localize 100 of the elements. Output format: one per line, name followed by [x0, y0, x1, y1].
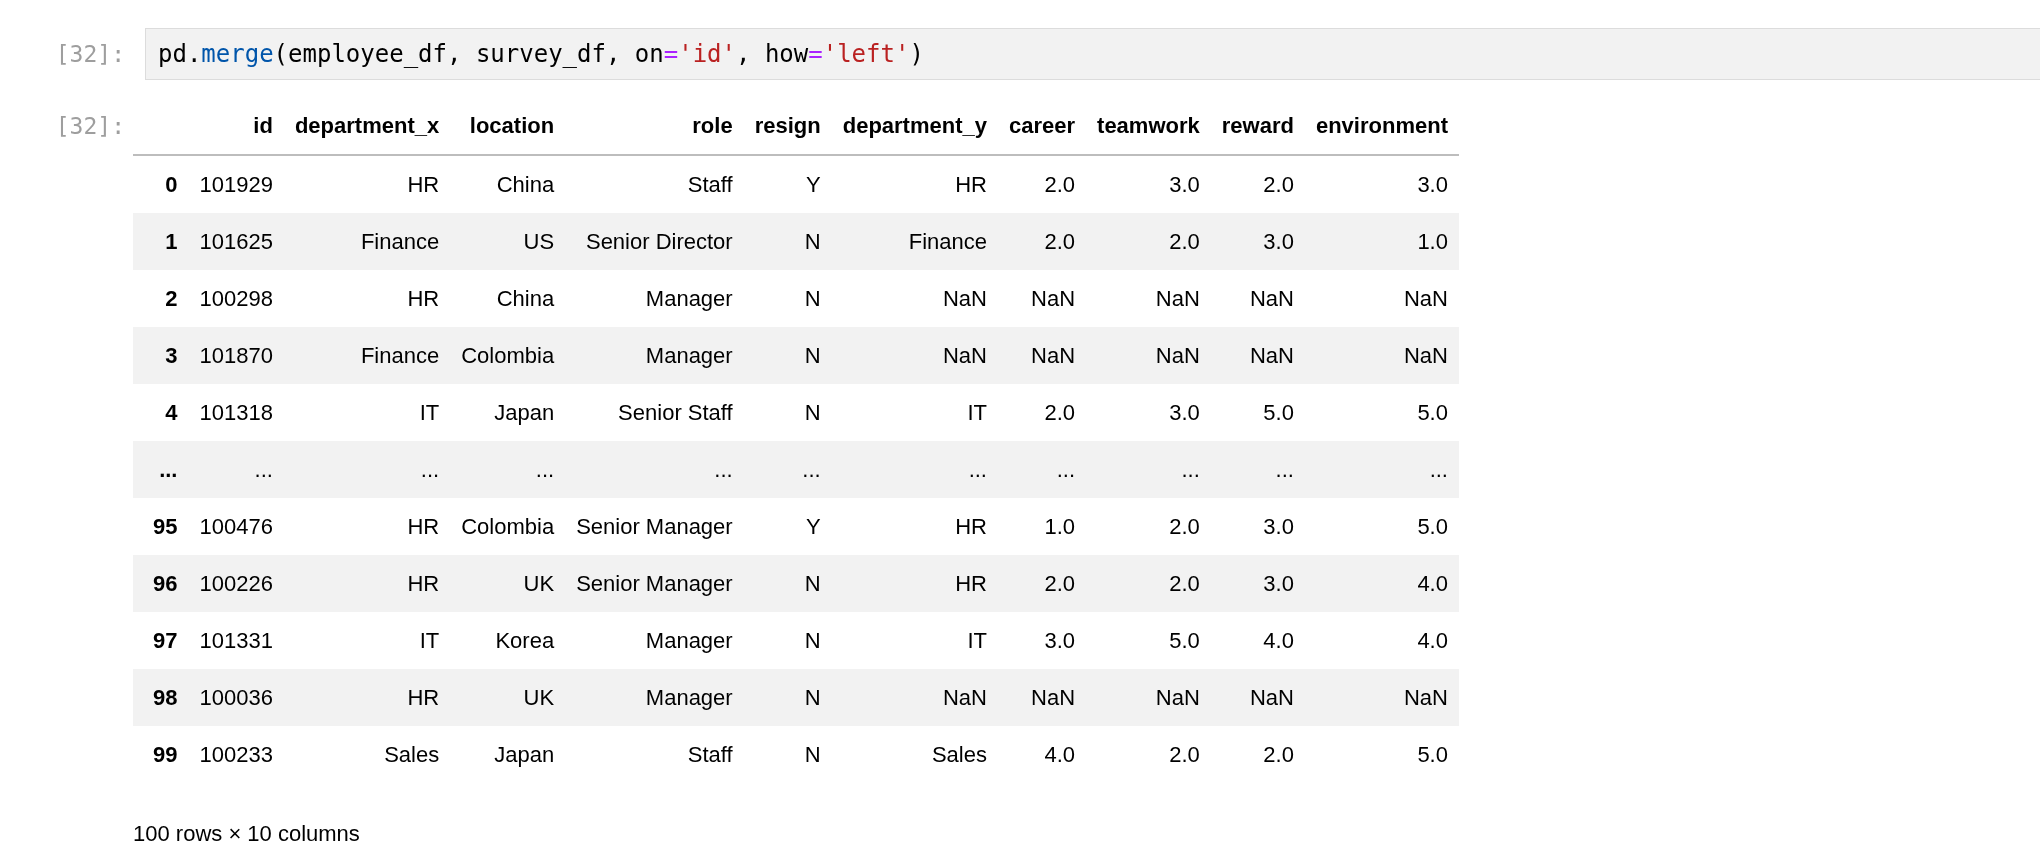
table-cell: Japan — [450, 726, 566, 783]
table-cell: 3.0 — [998, 612, 1087, 669]
table-cell: N — [743, 669, 832, 726]
table-cell: Finance — [283, 213, 451, 270]
table-cell: US — [450, 213, 566, 270]
table-cell: HR — [283, 270, 451, 327]
table-cell: ... — [283, 441, 451, 498]
table-cell: ... — [998, 441, 1087, 498]
row-index: 3 — [133, 327, 189, 384]
table-cell: Staff — [565, 155, 744, 213]
column-header: role — [565, 98, 744, 155]
row-index: 95 — [133, 498, 189, 555]
column-header: career — [998, 98, 1087, 155]
table-cell: Manager — [565, 612, 744, 669]
table-cell: Manager — [565, 669, 744, 726]
table-cell: NaN — [1210, 327, 1305, 384]
table-cell: IT — [283, 384, 451, 441]
table-cell: Manager — [565, 270, 744, 327]
table-cell: IT — [831, 384, 998, 441]
table-cell: HR — [283, 155, 451, 213]
table-cell: 3.0 — [1086, 384, 1211, 441]
table-cell: 4.0 — [998, 726, 1087, 783]
table-cell: NaN — [831, 327, 998, 384]
row-index: 1 — [133, 213, 189, 270]
table-cell: China — [450, 270, 566, 327]
table-cell: Sales — [831, 726, 998, 783]
column-header: department_y — [831, 98, 998, 155]
column-header: location — [450, 98, 566, 155]
table-cell: NaN — [1086, 327, 1211, 384]
table-cell: 2.0 — [1086, 213, 1211, 270]
table-cell: 100036 — [188, 669, 284, 726]
table-cell: Y — [743, 155, 832, 213]
table-cell: NaN — [1086, 669, 1211, 726]
table-cell: ... — [1086, 441, 1211, 498]
table-cell: NaN — [998, 327, 1087, 384]
table-cell: Colombia — [450, 498, 566, 555]
table-cell: NaN — [1304, 270, 1459, 327]
table-cell: ... — [1304, 441, 1459, 498]
table-cell: 101331 — [188, 612, 284, 669]
table-cell: 2.0 — [1210, 726, 1305, 783]
table-cell: N — [743, 213, 832, 270]
column-header: department_x — [283, 98, 451, 155]
table-cell: Finance — [283, 327, 451, 384]
table-cell: HR — [831, 555, 998, 612]
table-cell: 5.0 — [1210, 384, 1305, 441]
column-header: teamwork — [1086, 98, 1211, 155]
table-cell: N — [743, 270, 832, 327]
table-cell: China — [450, 155, 566, 213]
table-cell: 2.0 — [1086, 726, 1211, 783]
table-cell: NaN — [998, 270, 1087, 327]
table-cell: 3.0 — [1086, 155, 1211, 213]
table-cell: 1.0 — [1304, 213, 1459, 270]
code-input[interactable]: pd.merge(employee_df, survey_df, on='id', how='left') — [145, 28, 2040, 80]
table-cell: ... — [565, 441, 744, 498]
table-cell: 5.0 — [1086, 612, 1211, 669]
table-cell: NaN — [831, 669, 998, 726]
cell-prompt: [32]: — [54, 112, 126, 141]
table-cell: N — [743, 612, 832, 669]
table-cell: 101870 — [188, 327, 284, 384]
table-cell: Japan — [450, 384, 566, 441]
shape-note: 100 rows × 10 columns — [133, 821, 361, 847]
table-cell: 2.0 — [1086, 498, 1211, 555]
table-cell: ... — [831, 441, 998, 498]
cell-prompt: [32]: — [54, 41, 126, 67]
table-cell: 2.0 — [998, 155, 1087, 213]
table-cell: 4.0 — [1304, 555, 1459, 612]
table-cell: 4.0 — [1210, 612, 1305, 669]
table-cell: ... — [450, 441, 566, 498]
column-header: reward — [1210, 98, 1305, 155]
table-cell: NaN — [998, 669, 1087, 726]
table-cell: 3.0 — [1210, 555, 1305, 612]
table-cell: Colombia — [450, 327, 566, 384]
table-cell: Senior Staff — [565, 384, 744, 441]
table-cell: 100476 — [188, 498, 284, 555]
row-index: 4 — [133, 384, 189, 441]
table-cell: 1.0 — [998, 498, 1087, 555]
column-header: environment — [1304, 98, 1459, 155]
column-header: id — [188, 98, 284, 155]
table-cell: NaN — [1210, 270, 1305, 327]
table-cell: NaN — [1304, 669, 1459, 726]
table-cell: 100226 — [188, 555, 284, 612]
table-cell: Senior Manager — [565, 498, 744, 555]
table-cell: HR — [283, 498, 451, 555]
table-cell: ... — [743, 441, 832, 498]
table-cell: HR — [831, 498, 998, 555]
table-cell: HR — [283, 555, 451, 612]
row-index: 97 — [133, 612, 189, 669]
table-cell: Senior Manager — [565, 555, 744, 612]
table-cell: 5.0 — [1304, 726, 1459, 783]
table-cell: HR — [831, 155, 998, 213]
table-cell: Finance — [831, 213, 998, 270]
column-header: resign — [743, 98, 832, 155]
table-cell: IT — [283, 612, 451, 669]
table-cell: 2.0 — [1086, 555, 1211, 612]
table-cell: IT — [831, 612, 998, 669]
row-index: 2 — [133, 270, 189, 327]
table-cell: 2.0 — [998, 384, 1087, 441]
table-cell: 5.0 — [1304, 384, 1459, 441]
table-cell: N — [743, 726, 832, 783]
table-cell: HR — [283, 669, 451, 726]
